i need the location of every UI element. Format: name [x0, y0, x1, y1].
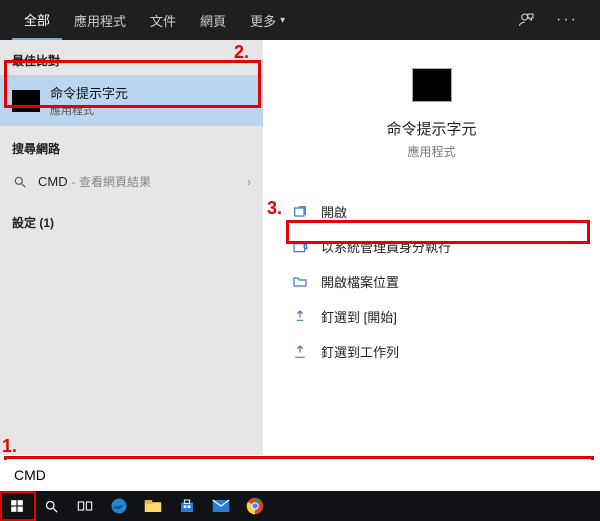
action-run-as-admin[interactable]: 以系統管理員身分執行: [285, 229, 578, 264]
action-open-label: 開啟: [321, 202, 347, 221]
action-pin-to-start-label: 釘選到 [開始]: [321, 307, 397, 326]
tab-all[interactable]: 全部: [12, 0, 62, 40]
search-web-result[interactable]: CMD - 查看網頁結果 ›: [0, 163, 263, 200]
tab-more-label: 更多: [250, 11, 276, 30]
pin-taskbar-icon: [291, 343, 309, 361]
preview-panel: 命令提示字元 應用程式 開啟 以系統管理員身分執行 開啟檔案位置: [263, 40, 600, 455]
chevron-down-icon: ▾: [280, 15, 285, 26]
taskbar: [0, 491, 600, 521]
best-match-result[interactable]: 命令提示字元 應用程式: [0, 75, 263, 126]
tab-apps[interactable]: 應用程式: [62, 0, 138, 40]
search-input[interactable]: [4, 460, 596, 490]
taskbar-search-button[interactable]: [34, 491, 68, 521]
chevron-right-icon: ›: [247, 175, 251, 189]
search-bar: [4, 460, 596, 490]
taskbar-edge-icon[interactable]: [102, 491, 136, 521]
taskbar-mail-icon[interactable]: [204, 491, 238, 521]
action-open-file-location-label: 開啟檔案位置: [321, 272, 399, 291]
open-icon: [291, 203, 309, 221]
tab-documents[interactable]: 文件: [138, 0, 188, 40]
more-options-icon[interactable]: ···: [546, 11, 588, 29]
results-panel: 最佳比對 命令提示字元 應用程式 搜尋網路 CMD - 查看網頁結果 › 設定 …: [0, 40, 263, 455]
preview-title: 命令提示字元: [386, 118, 476, 139]
admin-shield-icon: [291, 238, 309, 256]
pin-start-icon: [291, 308, 309, 326]
best-match-label: 最佳比對: [0, 46, 263, 75]
tab-more[interactable]: 更多 ▾: [238, 0, 297, 40]
best-match-title: 命令提示字元: [50, 83, 128, 102]
tab-web[interactable]: 網頁: [188, 0, 238, 40]
action-open[interactable]: 開啟: [285, 194, 578, 229]
feedback-icon[interactable]: [508, 11, 546, 29]
action-pin-to-taskbar-label: 釘選到工作列: [321, 342, 399, 361]
action-pin-to-start[interactable]: 釘選到 [開始]: [285, 299, 578, 334]
taskbar-explorer-icon[interactable]: [136, 491, 170, 521]
best-match-sub: 應用程式: [50, 102, 128, 118]
search-filter-bar: 全部 應用程式 文件 網頁 更多 ▾ ···: [0, 0, 600, 40]
action-pin-to-taskbar[interactable]: 釘選到工作列: [285, 334, 578, 369]
action-open-file-location[interactable]: 開啟檔案位置: [285, 264, 578, 299]
search-web-label: 搜尋網路: [0, 134, 263, 163]
taskbar-store-icon[interactable]: [170, 491, 204, 521]
start-button[interactable]: [0, 491, 34, 521]
search-icon: [12, 174, 28, 190]
search-web-sub: - 查看網頁結果: [72, 173, 151, 190]
cmd-icon: [12, 90, 40, 112]
cmd-large-icon: [412, 68, 452, 102]
search-web-text: CMD: [38, 174, 68, 189]
settings-label: 設定 (1): [0, 208, 263, 237]
folder-icon: [291, 273, 309, 291]
taskbar-chrome-icon[interactable]: [238, 491, 272, 521]
task-view-button[interactable]: [68, 491, 102, 521]
preview-sub: 應用程式: [407, 143, 455, 160]
action-run-as-admin-label: 以系統管理員身分執行: [321, 237, 451, 256]
